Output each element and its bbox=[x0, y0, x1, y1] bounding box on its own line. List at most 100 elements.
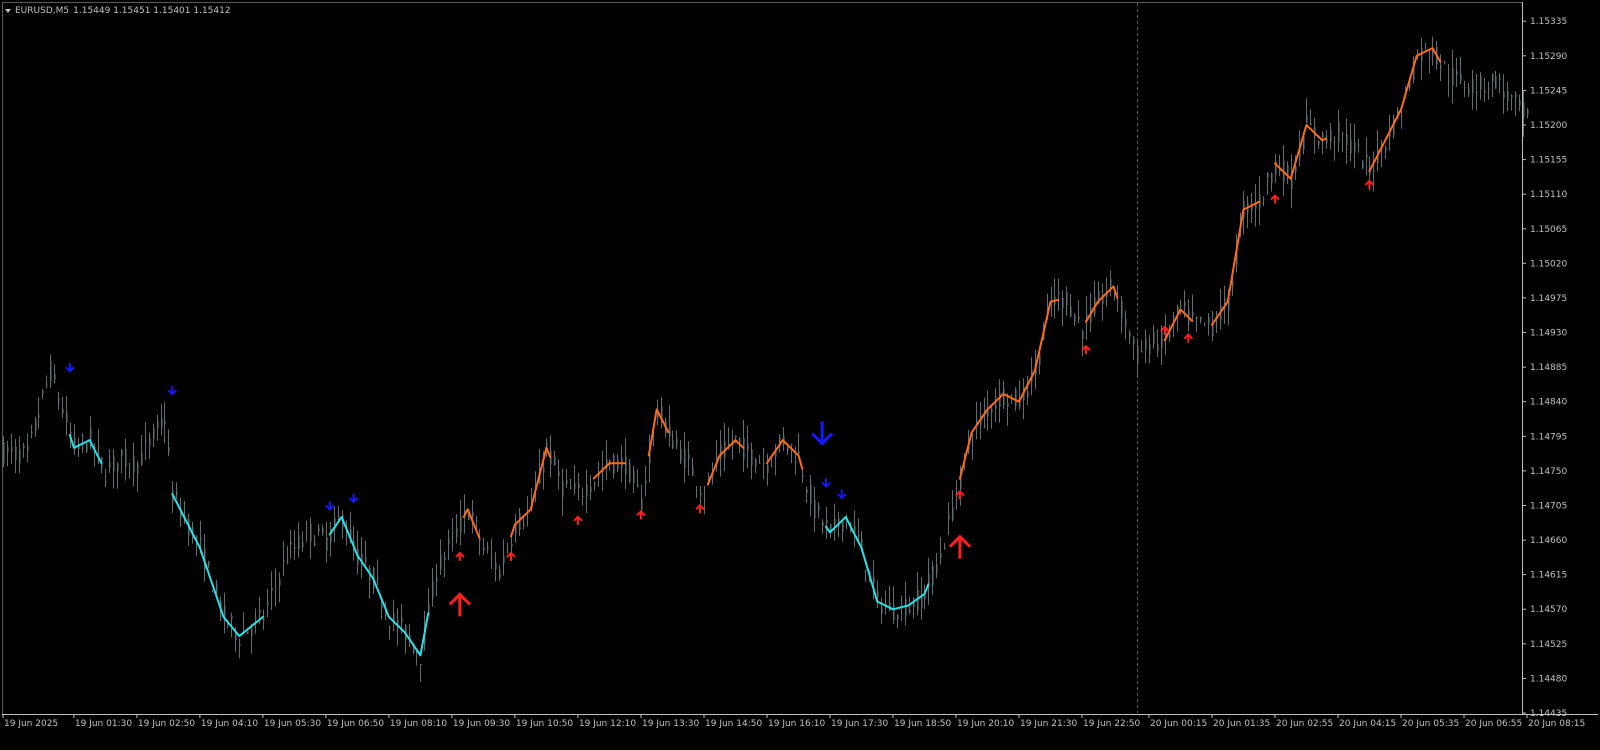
candle-body bbox=[314, 542, 316, 546]
price-tick-label: 1.14615 bbox=[1530, 571, 1567, 581]
candle-body bbox=[1062, 298, 1064, 309]
candle-body bbox=[669, 424, 671, 437]
candle-body bbox=[117, 462, 119, 472]
candle-body bbox=[109, 462, 111, 469]
candle-body bbox=[23, 445, 25, 448]
candle-body bbox=[873, 577, 875, 584]
candle-body bbox=[121, 449, 123, 457]
price-tick-label: 1.15110 bbox=[1530, 190, 1567, 200]
candle-body bbox=[212, 591, 214, 593]
time-tick-label: 19 Jun 14:50 bbox=[705, 719, 762, 729]
candle-body bbox=[125, 449, 127, 468]
candle-body bbox=[688, 454, 690, 460]
candle-body bbox=[1137, 346, 1139, 364]
candle-body bbox=[1421, 47, 1423, 62]
candle-body bbox=[46, 383, 48, 385]
candle-body bbox=[507, 550, 509, 552]
candle-body bbox=[1334, 141, 1336, 143]
candle-body bbox=[452, 532, 454, 534]
candle-body bbox=[1495, 76, 1497, 89]
candle-body bbox=[302, 542, 304, 548]
candle-body bbox=[1169, 334, 1171, 339]
candle-body bbox=[239, 643, 241, 646]
candle-body bbox=[834, 517, 836, 525]
candle-body bbox=[1208, 316, 1210, 325]
candle-body bbox=[483, 547, 485, 551]
candle-body bbox=[1196, 317, 1198, 319]
candle-body bbox=[940, 552, 942, 558]
candle-body bbox=[1141, 350, 1143, 353]
chart-window[interactable]: 1.15335 1.15290 1.15245 1.15200 1.15155 1.151… bbox=[0, 0, 1600, 750]
candle-body bbox=[1110, 279, 1112, 287]
candle-body bbox=[751, 449, 753, 466]
candle-body bbox=[1346, 134, 1348, 146]
candle-body bbox=[436, 578, 438, 582]
candle-body bbox=[739, 438, 741, 443]
candle-body bbox=[1306, 115, 1308, 123]
time-tick-label: 19 Jun 2025 bbox=[4, 719, 58, 729]
time-tick-label: 20 Jun 01:35 bbox=[1213, 719, 1270, 729]
time-tick-label: 19 Jun 16:10 bbox=[768, 719, 825, 729]
candle-body bbox=[377, 577, 379, 580]
candle-body bbox=[1066, 292, 1068, 306]
candle-body bbox=[704, 499, 706, 501]
candle-body bbox=[161, 418, 163, 428]
candle-body bbox=[1515, 94, 1517, 98]
candle-body bbox=[999, 392, 1001, 408]
candle-body bbox=[1507, 90, 1509, 101]
candle-body bbox=[1440, 65, 1442, 69]
candle-body bbox=[153, 428, 155, 440]
candle-body bbox=[546, 442, 548, 447]
candle-body bbox=[814, 499, 816, 518]
candle-body bbox=[1125, 319, 1127, 327]
candle-body bbox=[645, 480, 647, 484]
candle-body bbox=[802, 474, 804, 477]
candle-body bbox=[1267, 172, 1269, 179]
candle-body bbox=[1003, 388, 1005, 406]
candle-body bbox=[113, 456, 115, 472]
triangle-down-icon[interactable] bbox=[5, 9, 11, 13]
candle-body bbox=[1425, 46, 1427, 48]
price-tick-label: 1.14750 bbox=[1530, 467, 1567, 477]
candle-body bbox=[1488, 88, 1490, 90]
candle-body bbox=[1015, 389, 1017, 407]
price-tick-label: 1.15335 bbox=[1530, 17, 1567, 27]
candle-body bbox=[7, 447, 9, 452]
candle-body bbox=[893, 605, 895, 620]
candle-body bbox=[318, 527, 320, 532]
candle-body bbox=[881, 606, 883, 614]
candle-body bbox=[1444, 61, 1446, 63]
candle-body bbox=[279, 579, 281, 586]
candle-body bbox=[613, 455, 615, 474]
candle-body bbox=[1192, 311, 1194, 317]
price-chart[interactable]: 1.15335 1.15290 1.15245 1.15200 1.15155 1.151… bbox=[0, 0, 1600, 750]
candle-body bbox=[791, 444, 793, 446]
candle-body bbox=[625, 455, 627, 475]
candle-body bbox=[810, 485, 812, 504]
candle-body bbox=[176, 491, 178, 496]
candle-body bbox=[1133, 338, 1135, 345]
candle-body bbox=[641, 498, 643, 511]
candle-body bbox=[145, 441, 147, 443]
candle-body bbox=[909, 609, 911, 613]
candle-body bbox=[1492, 73, 1494, 83]
candle-body bbox=[1129, 332, 1131, 337]
time-tick-label: 19 Jun 21:30 bbox=[1020, 719, 1077, 729]
candle-body bbox=[275, 586, 277, 588]
candle-body bbox=[1401, 115, 1403, 117]
candle-body bbox=[105, 480, 107, 483]
candle-body bbox=[684, 449, 686, 469]
candle-body bbox=[1460, 73, 1462, 82]
candle bbox=[629, 458, 631, 484]
candle-body bbox=[1318, 140, 1320, 145]
time-tick-label: 19 Jun 17:30 bbox=[831, 719, 888, 729]
candle-body bbox=[1074, 314, 1076, 323]
candle-body bbox=[822, 522, 824, 526]
candle-body bbox=[133, 456, 135, 473]
candle-body bbox=[444, 556, 446, 561]
candle-body bbox=[1295, 166, 1297, 173]
candle-body bbox=[1184, 302, 1186, 307]
candle-body bbox=[42, 390, 44, 394]
candle-body bbox=[58, 398, 60, 402]
candle-body bbox=[86, 444, 88, 452]
